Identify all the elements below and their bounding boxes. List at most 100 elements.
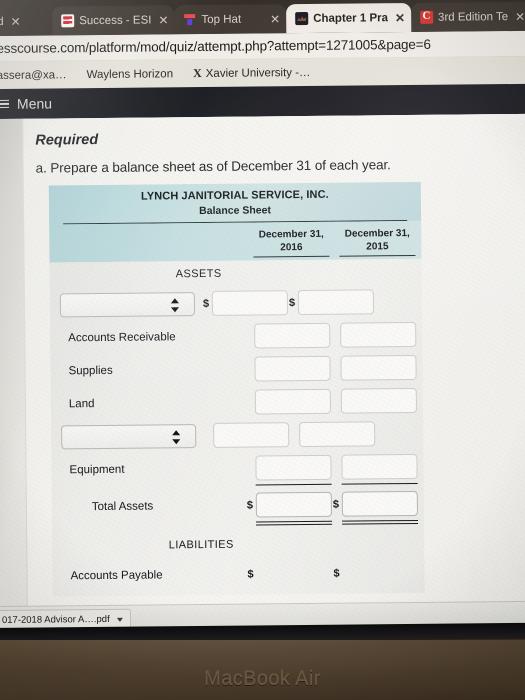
chapter-book-icon bbox=[295, 11, 309, 26]
amount-cell-2016 bbox=[254, 355, 331, 382]
column-header-line1: December 31, bbox=[258, 228, 324, 241]
subtotal-rule-2015 bbox=[341, 482, 418, 488]
amount-cell-2016: $ bbox=[247, 491, 332, 518]
row-label-total-assets: Total Assets bbox=[91, 499, 154, 513]
account-select-1[interactable] bbox=[59, 291, 196, 317]
table-row: Accounts Payable $ $ bbox=[52, 556, 424, 593]
dollar-sign: $ bbox=[246, 499, 254, 512]
amount-input-2015[interactable] bbox=[340, 321, 417, 348]
chegg-c-icon bbox=[419, 10, 434, 24]
balance-sheet-form: LYNCH JANITORIAL SERVICE, INC. Balance S… bbox=[48, 181, 425, 597]
success-esi-icon bbox=[61, 14, 75, 28]
required-heading: Required bbox=[35, 132, 99, 149]
hamburger-icon[interactable] bbox=[0, 99, 10, 109]
browser-tab-title: Top Hat bbox=[201, 13, 242, 26]
dollar-sign: $ bbox=[247, 568, 254, 581]
balance-sheet-body: ASSETS $ $ Accounts Receivable Supplies … bbox=[49, 258, 425, 597]
table-row: Equipment bbox=[51, 450, 423, 487]
amount-cell-2016 bbox=[254, 388, 331, 415]
amount-cell-2016: $ bbox=[247, 561, 332, 587]
table-row: $ $ bbox=[50, 285, 422, 322]
browser-tab-strip: d ✕ Success - ESI ✕ Top Hat ✕ Chapter 1 … bbox=[0, 0, 525, 36]
address-bar-url[interactable]: esscourse.com/platform/mod/quiz/attempt.… bbox=[0, 37, 431, 56]
bookmark-label: Xavier University -… bbox=[205, 66, 311, 80]
amount-cell-2015 bbox=[340, 321, 417, 348]
page-body: Required a. Prepare a balance sheet as o… bbox=[0, 113, 525, 634]
quiz-question-block: Required a. Prepare a balance sheet as o… bbox=[35, 129, 444, 597]
tab-close-icon[interactable]: ✕ bbox=[268, 12, 280, 26]
amount-input-2016[interactable] bbox=[254, 322, 331, 349]
amount-input-2015[interactable] bbox=[299, 421, 376, 448]
tab-close-icon[interactable]: ✕ bbox=[513, 9, 525, 23]
account-select-wrapper bbox=[50, 291, 202, 317]
amount-input-2015[interactable] bbox=[341, 453, 418, 480]
row-label-supplies: Supplies bbox=[68, 364, 113, 377]
amount-cell-2016 bbox=[255, 454, 332, 481]
laptop-screen: d ✕ Success - ESI ✕ Top Hat ✕ Chapter 1 … bbox=[0, 0, 525, 634]
page-content-sheet: Required a. Prepare a balance sheet as o… bbox=[22, 113, 525, 634]
download-item-label: 017-2018 Advisor A….pdf bbox=[1, 613, 110, 626]
company-name: LYNCH JANITORIAL SERVICE, INC. bbox=[140, 188, 329, 203]
amount-input-2015[interactable] bbox=[297, 289, 375, 316]
amount-input-2016[interactable] bbox=[211, 290, 289, 316]
browser-tab-success-esi[interactable]: Success - ESI ✕ bbox=[52, 5, 175, 36]
amount-input-2016[interactable] bbox=[254, 355, 331, 382]
amount-cell-2016 bbox=[213, 422, 290, 448]
bookmark-label: assera@xa… bbox=[0, 68, 67, 82]
balance-sheet-title-block: LYNCH JANITORIAL SERVICE, INC. Balance S… bbox=[48, 181, 422, 225]
browser-tab-top-hat[interactable]: Top Hat ✕ bbox=[174, 4, 287, 35]
total-assets-input-2016[interactable] bbox=[255, 491, 332, 518]
row-label-accounts-receivable: Accounts Receivable bbox=[68, 330, 176, 344]
amount-input-2016[interactable] bbox=[254, 388, 331, 415]
amount-input-2015[interactable] bbox=[342, 560, 418, 586]
table-row: Supplies bbox=[50, 351, 422, 388]
column-header-line1: December 31, bbox=[344, 228, 410, 240]
amount-input-2015[interactable] bbox=[340, 354, 417, 381]
row-label-equipment: Equipment bbox=[69, 463, 125, 476]
column-header-line2: 2016 bbox=[280, 242, 303, 254]
column-header-2016: December 31, 2016 bbox=[253, 227, 330, 258]
assets-section-title: ASSETS bbox=[175, 267, 222, 281]
bookmark-item-waylens-horizon[interactable]: Waylens Horizon bbox=[87, 68, 174, 81]
amount-cell-2015 bbox=[341, 453, 418, 480]
browser-tab-title: d bbox=[0, 15, 4, 28]
browser-tab-chapter-1-practice[interactable]: Chapter 1 Pra ✕ bbox=[286, 2, 412, 34]
amount-cell-2015 bbox=[340, 354, 417, 381]
dollar-sign: $ bbox=[202, 297, 210, 310]
select-stepper-icon bbox=[172, 429, 181, 445]
amount-input-2015[interactable] bbox=[340, 387, 417, 414]
statement-name: Balance Sheet bbox=[199, 204, 271, 218]
tab-close-icon[interactable]: ✕ bbox=[9, 14, 21, 28]
table-row: Land bbox=[51, 384, 423, 421]
row-label-land: Land bbox=[68, 397, 95, 410]
bookmark-item-email[interactable]: assera@xa… bbox=[0, 69, 67, 82]
browser-tab-title: Chapter 1 Pra bbox=[313, 11, 389, 25]
subtotal-rule-2016 bbox=[255, 483, 332, 489]
browser-tab-3rd-edition[interactable]: 3rd Edition Te ✕ bbox=[410, 1, 525, 32]
column-header-row: December 31, 2016 December 31, 2015 bbox=[49, 220, 422, 263]
total-double-rule-2015 bbox=[342, 519, 419, 525]
table-row bbox=[51, 417, 423, 454]
account-select-wrapper bbox=[51, 423, 203, 449]
amount-cell-2015: $ bbox=[289, 289, 375, 316]
column-header-2015: December 31, 2015 bbox=[339, 226, 416, 257]
site-menu-label[interactable]: Menu bbox=[17, 95, 52, 111]
bookmark-item-xavier-university[interactable]: X Xavier University -… bbox=[193, 65, 311, 81]
dollar-sign: $ bbox=[332, 498, 340, 511]
amount-input-2016[interactable] bbox=[255, 454, 332, 481]
amount-cell-2015 bbox=[340, 387, 417, 414]
amount-input-2016[interactable] bbox=[256, 561, 332, 587]
browser-tab-0[interactable]: d ✕ bbox=[0, 6, 53, 36]
dollar-sign: $ bbox=[333, 567, 340, 580]
total-assets-input-2015[interactable] bbox=[341, 490, 418, 517]
select-stepper-icon bbox=[171, 297, 180, 313]
browser-tab-title: Success - ESI bbox=[79, 13, 152, 27]
tab-close-icon[interactable]: ✕ bbox=[156, 13, 168, 27]
tab-close-icon[interactable]: ✕ bbox=[393, 11, 405, 25]
caret-down-icon[interactable] bbox=[116, 617, 123, 622]
account-select-2[interactable] bbox=[61, 423, 197, 449]
amount-cell-2015: $ bbox=[333, 560, 418, 586]
amount-input-2016[interactable] bbox=[213, 422, 290, 448]
amount-cell-2015 bbox=[299, 421, 376, 448]
table-row: Total Assets $ $ bbox=[52, 487, 424, 524]
